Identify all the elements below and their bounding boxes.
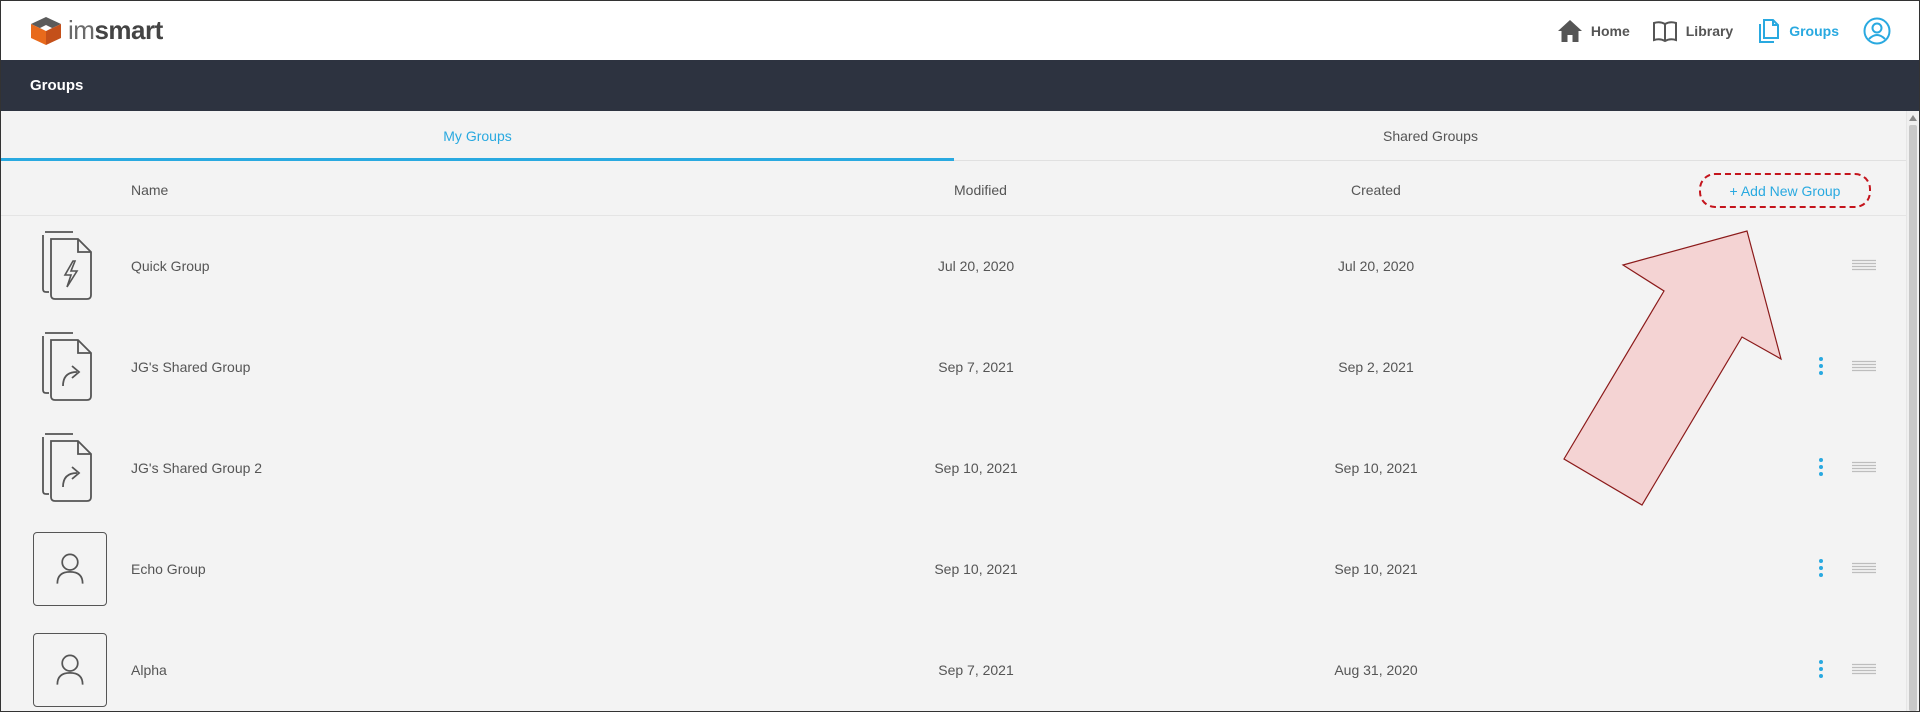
brand-logo[interactable]: imsmart xyxy=(30,15,163,46)
modified-date: Sep 7, 2021 xyxy=(938,662,1014,678)
page-header-bar: Groups xyxy=(1,60,1919,111)
tab-shared-groups[interactable]: Shared Groups xyxy=(954,111,1907,160)
column-modified[interactable]: Modified xyxy=(954,182,1007,198)
modified-date: Sep 7, 2021 xyxy=(938,359,1014,375)
nav-home[interactable]: Home xyxy=(1557,18,1630,44)
home-icon xyxy=(1557,20,1582,42)
table-row[interactable]: Alpha Sep 7, 2021 Aug 31, 2020 xyxy=(1,620,1907,711)
column-name[interactable]: Name xyxy=(131,182,168,198)
modified-date: Sep 10, 2021 xyxy=(934,561,1018,577)
drag-handle-icon[interactable] xyxy=(1852,663,1876,675)
top-navigation: imsmart Home Library Groups xyxy=(1,1,1919,60)
nav-groups[interactable]: Groups xyxy=(1755,18,1839,44)
book-icon xyxy=(1652,21,1677,43)
scroll-up-arrow-icon[interactable] xyxy=(1909,115,1917,121)
person-icon xyxy=(56,654,84,685)
scroll-thumb[interactable] xyxy=(1909,125,1917,711)
drag-handle-icon[interactable] xyxy=(1852,360,1876,372)
group-name[interactable]: JG's Shared Group 2 xyxy=(131,460,262,476)
group-name[interactable]: Quick Group xyxy=(131,258,210,274)
drag-handle-icon[interactable] xyxy=(1852,259,1876,271)
app-window: imsmart Home Library Groups Groups My Gr… xyxy=(0,0,1920,712)
group-name[interactable]: Alpha xyxy=(131,662,167,678)
created-date: Aug 31, 2020 xyxy=(1334,662,1418,678)
more-options-icon[interactable] xyxy=(1811,354,1831,378)
nav-home-label: Home xyxy=(1590,23,1630,39)
group-tabs: My Groups Shared Groups xyxy=(1,111,1907,161)
quick-group-icon xyxy=(42,231,92,300)
group-name[interactable]: JG's Shared Group xyxy=(131,359,250,375)
table-row[interactable]: JG's Shared Group Sep 7, 2021 Sep 2, 202… xyxy=(1,317,1907,418)
add-new-group-button[interactable]: + Add New Group xyxy=(1699,173,1871,208)
cube-logo-icon xyxy=(31,16,61,45)
drag-handle-icon[interactable] xyxy=(1852,461,1876,473)
page-title: Groups xyxy=(30,77,84,94)
more-options-icon[interactable] xyxy=(1811,657,1831,681)
drag-handle-icon[interactable] xyxy=(1852,562,1876,574)
table-header: Name Modified Created + Add New Group xyxy=(1,161,1907,216)
created-date: Sep 10, 2021 xyxy=(1334,561,1418,577)
table-row[interactable]: Echo Group Sep 10, 2021 Sep 10, 2021 xyxy=(1,519,1907,620)
more-options-icon[interactable] xyxy=(1811,556,1831,580)
nav-library[interactable]: Library xyxy=(1652,18,1733,44)
user-avatar-icon[interactable] xyxy=(1863,17,1891,45)
created-date: Sep 10, 2021 xyxy=(1334,460,1418,476)
column-created[interactable]: Created xyxy=(1351,182,1401,198)
more-options-icon[interactable] xyxy=(1811,455,1831,479)
group-name[interactable]: Echo Group xyxy=(131,561,206,577)
tab-my-groups[interactable]: My Groups xyxy=(1,111,954,161)
nav-groups-label: Groups xyxy=(1789,23,1839,39)
documents-icon xyxy=(1759,19,1780,43)
modified-date: Sep 10, 2021 xyxy=(934,460,1018,476)
shared-group-icon xyxy=(42,332,92,401)
person-icon xyxy=(56,553,84,584)
nav-links: Home Library Groups xyxy=(1535,15,1891,47)
brand-name: imsmart xyxy=(68,15,163,45)
table-row[interactable]: JG's Shared Group 2 Sep 10, 2021 Sep 10,… xyxy=(1,418,1907,519)
created-date: Jul 20, 2020 xyxy=(1337,258,1415,274)
modified-date: Jul 20, 2020 xyxy=(937,258,1015,274)
shared-group-icon xyxy=(42,433,92,502)
table-row[interactable]: Quick Group Jul 20, 2020 Jul 20, 2020 xyxy=(1,216,1907,317)
created-date: Sep 2, 2021 xyxy=(1338,359,1414,375)
group-avatar xyxy=(33,532,107,606)
vertical-scrollbar[interactable] xyxy=(1906,111,1918,711)
nav-library-label: Library xyxy=(1685,23,1734,39)
group-avatar xyxy=(33,633,107,707)
